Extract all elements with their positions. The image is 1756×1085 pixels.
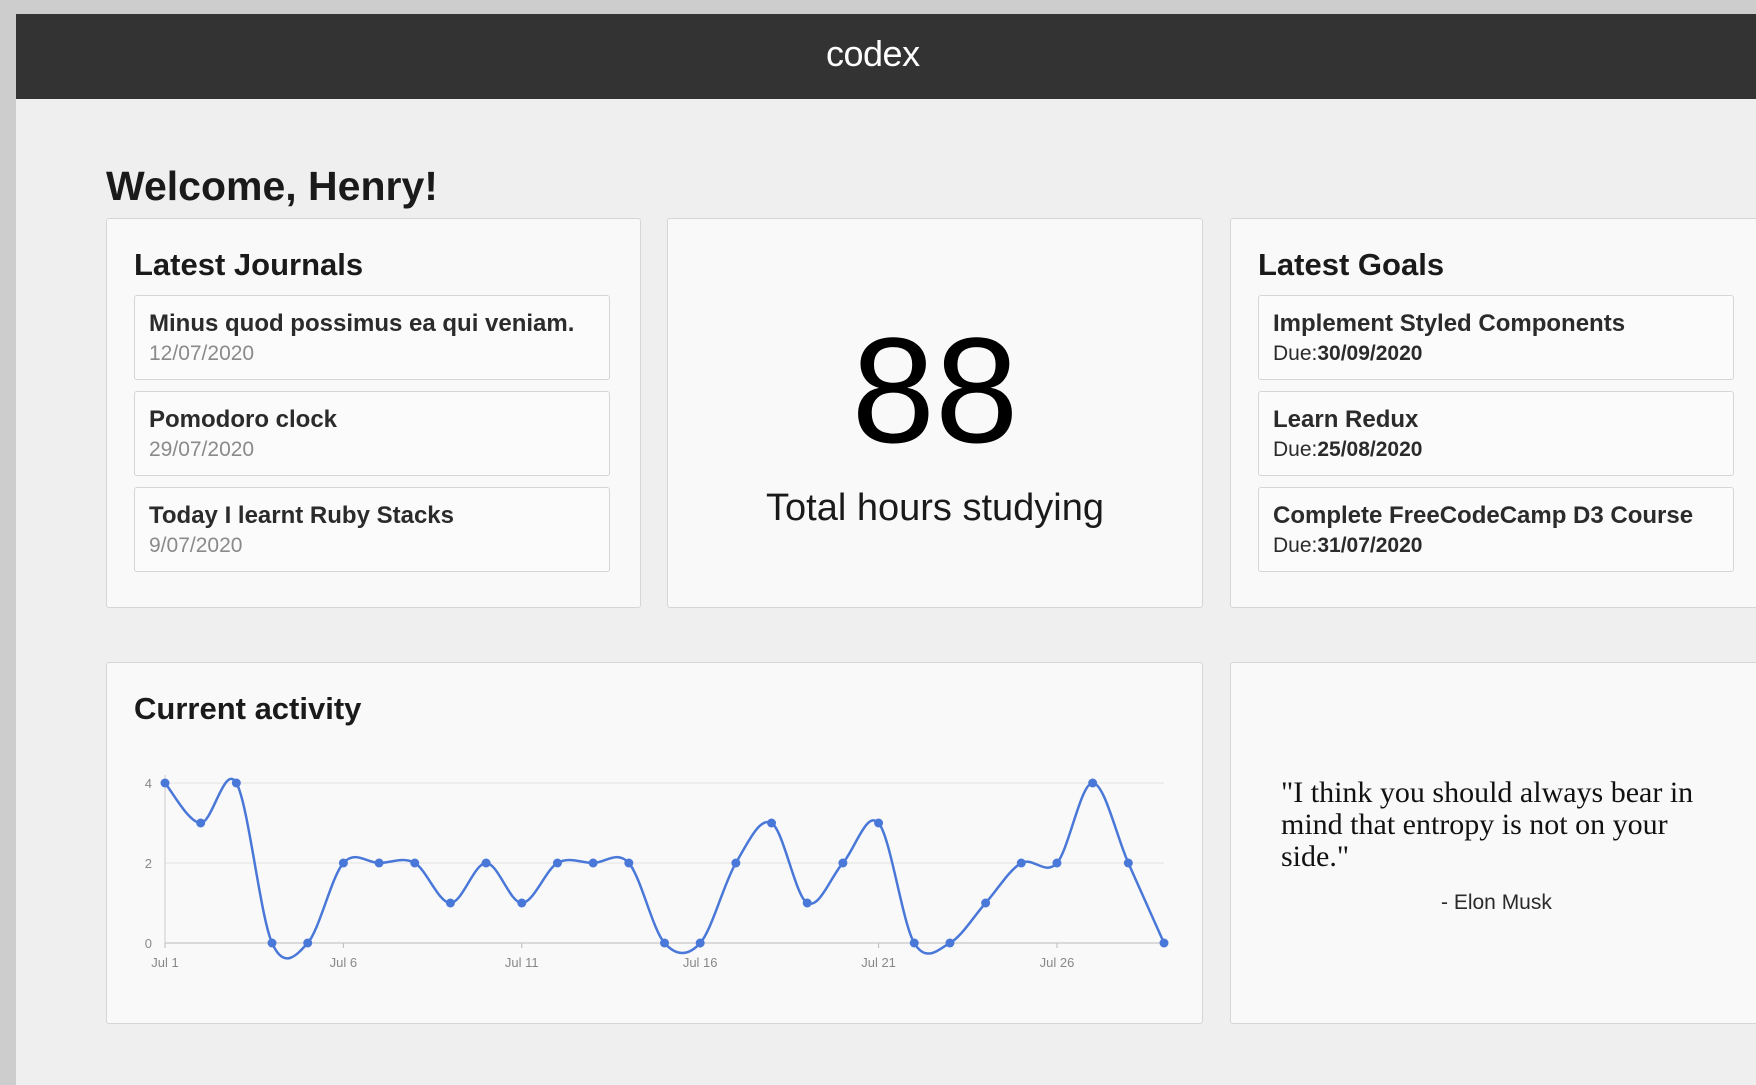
hours-card: 88 Total hours studying	[667, 218, 1203, 608]
journals-title: Latest Journals	[134, 247, 364, 282]
journal-date: 29/07/2020	[149, 438, 255, 461]
journal-title: Minus quod possimus ea qui veniam.	[149, 310, 575, 337]
journal-item[interactable]: Today I learnt Ruby Stacks 9/07/2020	[134, 487, 610, 572]
activity-data-point	[374, 858, 384, 868]
goal-due-date: 31/07/2020	[1317, 534, 1423, 557]
goal-title: Learn Redux	[1273, 406, 1419, 433]
quote-card: "I think you should always bear in mind …	[1230, 662, 1756, 1024]
total-hours-label: Total hours studying	[766, 487, 1104, 529]
activity-data-point	[909, 938, 919, 948]
goal-due-label: Due:	[1273, 534, 1318, 557]
goal-due-date: 25/08/2020	[1317, 438, 1423, 461]
journal-title: Pomodoro clock	[149, 406, 338, 433]
y-tick-label: 4	[145, 776, 152, 791]
activity-data-point	[410, 858, 420, 868]
total-hours-value: 88	[851, 306, 1019, 474]
goal-due-label: Due:	[1273, 342, 1318, 365]
activity-card: Current activity 0 2 4 Jul 1 Jul 6 Jul 11 Jul …	[106, 662, 1203, 1024]
activity-data-point	[1052, 858, 1062, 868]
activity-series-line	[164, 778, 1166, 960]
welcome-heading: Welcome, Henry!	[106, 163, 438, 209]
journal-date: 9/07/2020	[149, 534, 243, 557]
activity-data-point	[1016, 858, 1026, 868]
activity-data-point	[624, 858, 634, 868]
activity-data-point	[731, 858, 741, 868]
activity-data-point	[267, 938, 277, 948]
goals-title: Latest Goals	[1258, 247, 1445, 282]
activity-data-point	[445, 898, 455, 908]
goal-due: Due:30/09/2020	[1273, 343, 1422, 364]
quote-author: - Elon Musk	[1441, 891, 1552, 914]
activity-data-point	[1088, 778, 1098, 788]
goal-due: Due:25/08/2020	[1273, 439, 1422, 460]
y-tick-label: 2	[145, 856, 152, 871]
activity-data-point	[838, 858, 848, 868]
activity-data-point	[945, 938, 955, 948]
x-tick-label: Jul 16	[683, 955, 718, 970]
activity-data-point	[517, 898, 527, 908]
goal-item[interactable]: Complete FreeCodeCamp D3 Course Due:31/0…	[1258, 487, 1734, 572]
journal-date: 12/07/2020	[149, 342, 255, 365]
y-tick-label: 0	[145, 936, 152, 951]
x-tick-label: Jul 6	[330, 955, 357, 970]
activity-line-chart: 0 2 4 Jul 1 Jul 6 Jul 11 Jul 16 Jul 21 Jul 26	[145, 775, 1169, 970]
brand-logo[interactable]: codex	[826, 36, 920, 72]
goal-item[interactable]: Learn Redux Due:25/08/2020	[1258, 391, 1734, 476]
x-tick-label: Jul 11	[505, 955, 539, 970]
goal-item[interactable]: Implement Styled Components Due:30/09/20…	[1258, 295, 1734, 380]
activity-data-point	[231, 778, 241, 788]
activity-data-point	[802, 898, 812, 908]
x-tick-label: Jul 21	[861, 955, 896, 970]
x-tick-label: Jul 1	[151, 955, 178, 970]
goal-title: Complete FreeCodeCamp D3 Course	[1273, 502, 1694, 529]
journals-card: Latest Journals Minus quod possimus ea q…	[106, 218, 641, 608]
activity-data-point	[660, 938, 669, 948]
journal-title: Today I learnt Ruby Stacks	[149, 502, 454, 529]
activity-data-point	[695, 938, 705, 948]
app-window: codex Welcome, Henry! Latest Journals Mi…	[16, 14, 1756, 1085]
activity-data-point	[481, 858, 491, 868]
goal-title: Implement Styled Components	[1273, 310, 1626, 337]
journal-item[interactable]: Minus quod possimus ea qui veniam. 12/07…	[134, 295, 610, 380]
activity-data-point	[874, 818, 884, 828]
quote-text: "I think you should always bear in mind …	[1281, 776, 1694, 873]
journal-item[interactable]: Pomodoro clock 29/07/2020	[134, 391, 610, 476]
x-tick-label: Jul 26	[1040, 955, 1075, 970]
activity-data-point	[1159, 938, 1169, 948]
activity-data-point	[1123, 858, 1133, 868]
goals-card: Latest Goals Implement Styled Components…	[1230, 218, 1756, 608]
activity-data-point	[981, 898, 991, 908]
goal-due-date: 30/09/2020	[1317, 342, 1423, 365]
activity-data-point	[338, 858, 348, 868]
activity-data-point	[588, 858, 598, 868]
activity-data-point	[196, 818, 206, 828]
activity-data-point	[303, 938, 313, 948]
goal-due-label: Due:	[1273, 438, 1318, 461]
goal-due: Due:31/07/2020	[1273, 535, 1422, 556]
activity-data-point	[160, 778, 170, 788]
top-navbar: codex	[16, 14, 1756, 99]
activity-data-point	[767, 818, 777, 828]
activity-data-point	[552, 858, 562, 868]
